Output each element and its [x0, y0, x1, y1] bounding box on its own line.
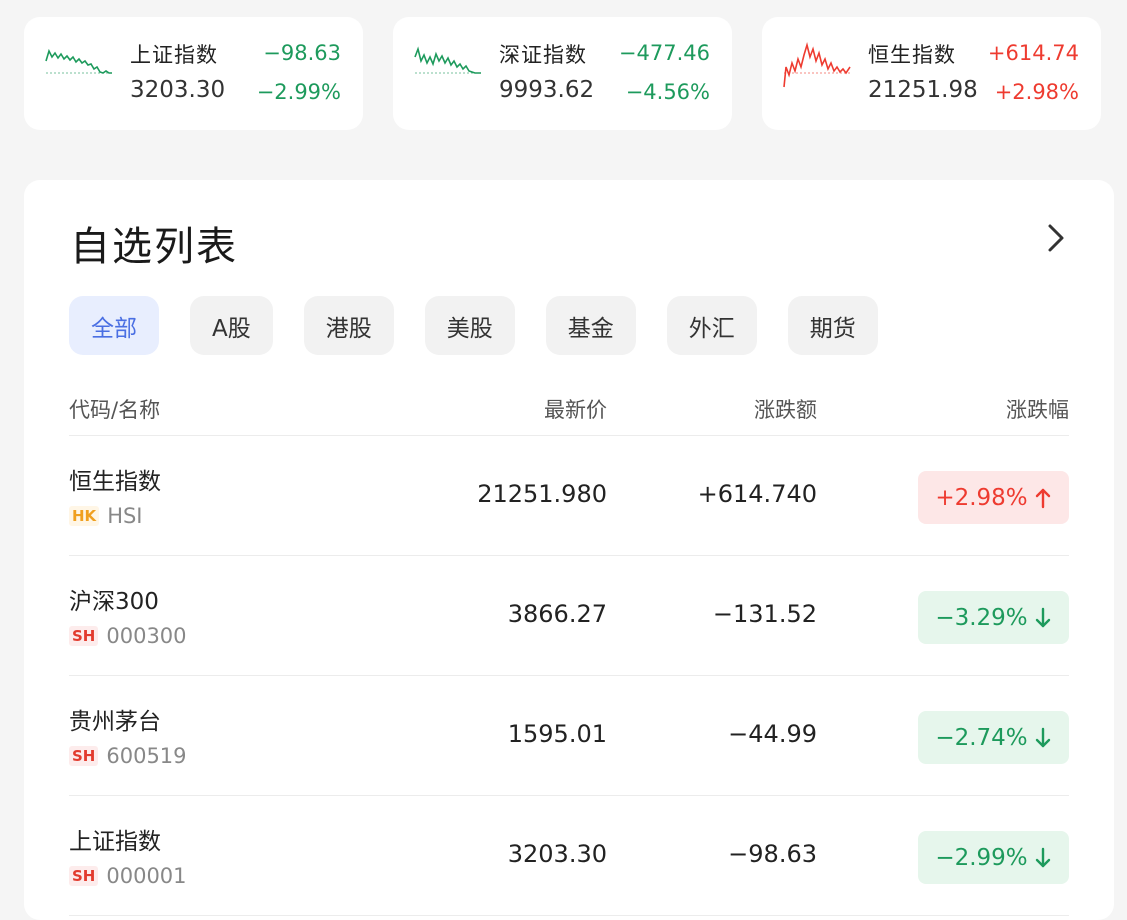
tab-a-shares[interactable]: A股	[190, 296, 273, 355]
stock-price: 3203.30	[507, 840, 607, 868]
index-change: −98.63	[263, 41, 341, 65]
column-header-percent[interactable]: 涨跌幅	[1006, 394, 1069, 424]
index-price: 3203.30	[130, 77, 226, 103]
sparkline-icon	[45, 48, 112, 74]
percent-badge[interactable]: −3.29%	[918, 591, 1069, 644]
index-cards: 上证指数 3203.30 −98.63 −2.99% 深证指数 9993.62 …	[24, 17, 1101, 130]
stock-change: −131.52	[712, 600, 817, 628]
stock-price: 3866.27	[507, 600, 607, 628]
column-header-name[interactable]: 代码/名称	[69, 394, 160, 424]
stock-change: +614.740	[697, 480, 817, 508]
percent-badge[interactable]: −2.74%	[918, 711, 1069, 764]
market-badge: SH	[69, 746, 99, 766]
watchlist-panel: 自选列表 全部 A股 港股 美股 基金 外汇 期货 代码/名称 最新价 涨跌额 …	[24, 180, 1114, 920]
arrow-up-icon	[1035, 488, 1050, 508]
index-name: 恒生指数	[868, 43, 956, 67]
stock-price: 21251.980	[477, 480, 607, 508]
tab-futures[interactable]: 期货	[787, 296, 878, 355]
index-percent: −2.99%	[256, 80, 341, 104]
chevron-right-icon[interactable]	[1040, 218, 1072, 258]
table-row[interactable]: 贵州茅台 SH 600519 1595.01 −44.99 −2.74%	[69, 676, 1069, 796]
market-badge: HK	[69, 506, 100, 526]
index-card-hsi[interactable]: 恒生指数 21251.98 +614.74 +2.98%	[762, 17, 1101, 130]
percent-value: −3.29%	[935, 604, 1028, 631]
index-name: 上证指数	[130, 43, 218, 67]
stock-change: −44.99	[728, 720, 817, 748]
index-price: 9993.62	[499, 77, 595, 103]
stock-name: 恒生指数	[69, 469, 161, 495]
tab-all[interactable]: 全部	[69, 296, 159, 355]
stock-price: 1595.01	[507, 720, 607, 748]
stock-code: HSI	[107, 504, 143, 528]
index-price: 21251.98	[868, 77, 978, 103]
arrow-down-icon	[1035, 727, 1050, 747]
market-badge: SH	[69, 866, 99, 886]
table-row[interactable]: 沪深300 SH 000300 3866.27 −131.52 −3.29%	[69, 556, 1069, 676]
watchlist-rows: 恒生指数 HK HSI 21251.980 +614.740 +2.98% 沪深…	[69, 436, 1069, 916]
market-tabs: 全部 A股 港股 美股 基金 外汇 期货	[69, 296, 878, 355]
percent-value: −2.99%	[935, 844, 1028, 871]
tab-funds[interactable]: 基金	[545, 296, 636, 355]
percent-badge[interactable]: −2.99%	[918, 831, 1069, 884]
tab-forex[interactable]: 外汇	[666, 296, 757, 355]
index-name: 深证指数	[499, 43, 587, 67]
index-change: −477.46	[618, 41, 710, 65]
column-header-change[interactable]: 涨跌额	[754, 394, 817, 424]
table-row[interactable]: 上证指数 SH 000001 3203.30 −98.63 −2.99%	[69, 796, 1069, 916]
arrow-down-icon	[1035, 607, 1050, 627]
watchlist-title: 自选列表	[70, 224, 238, 270]
sparkline-icon	[783, 41, 851, 88]
index-change: +614.74	[987, 41, 1079, 65]
market-badge: SH	[69, 626, 99, 646]
stock-code-line: SH 600519	[69, 744, 187, 768]
index-card-sse[interactable]: 上证指数 3203.30 −98.63 −2.99%	[24, 17, 363, 130]
percent-value: +2.98%	[935, 484, 1028, 511]
stock-code-line: SH 000300	[69, 624, 187, 648]
stock-code-line: SH 000001	[69, 864, 187, 888]
tab-hk-stocks[interactable]: 港股	[303, 296, 394, 355]
table-header: 代码/名称 最新价 涨跌额 涨跌幅	[69, 384, 1069, 436]
stock-code: 600519	[106, 744, 187, 768]
column-header-price[interactable]: 最新价	[544, 394, 607, 424]
index-percent: −4.56%	[625, 80, 710, 104]
stock-name: 上证指数	[69, 829, 161, 855]
stock-name: 贵州茅台	[69, 709, 161, 735]
index-percent: +2.98%	[994, 80, 1079, 104]
stock-code: 000001	[106, 864, 187, 888]
tab-us-stocks[interactable]: 美股	[424, 296, 515, 355]
sparkline-icon	[414, 46, 481, 74]
percent-value: −2.74%	[935, 724, 1028, 751]
table-row[interactable]: 恒生指数 HK HSI 21251.980 +614.740 +2.98%	[69, 436, 1069, 556]
stock-code-line: HK HSI	[69, 504, 143, 528]
stock-name: 沪深300	[69, 589, 159, 615]
percent-badge[interactable]: +2.98%	[918, 471, 1069, 524]
index-card-szse[interactable]: 深证指数 9993.62 −477.46 −4.56%	[393, 17, 732, 130]
stock-code: 000300	[106, 624, 187, 648]
stock-change: −98.63	[728, 840, 817, 868]
arrow-down-icon	[1035, 847, 1050, 867]
